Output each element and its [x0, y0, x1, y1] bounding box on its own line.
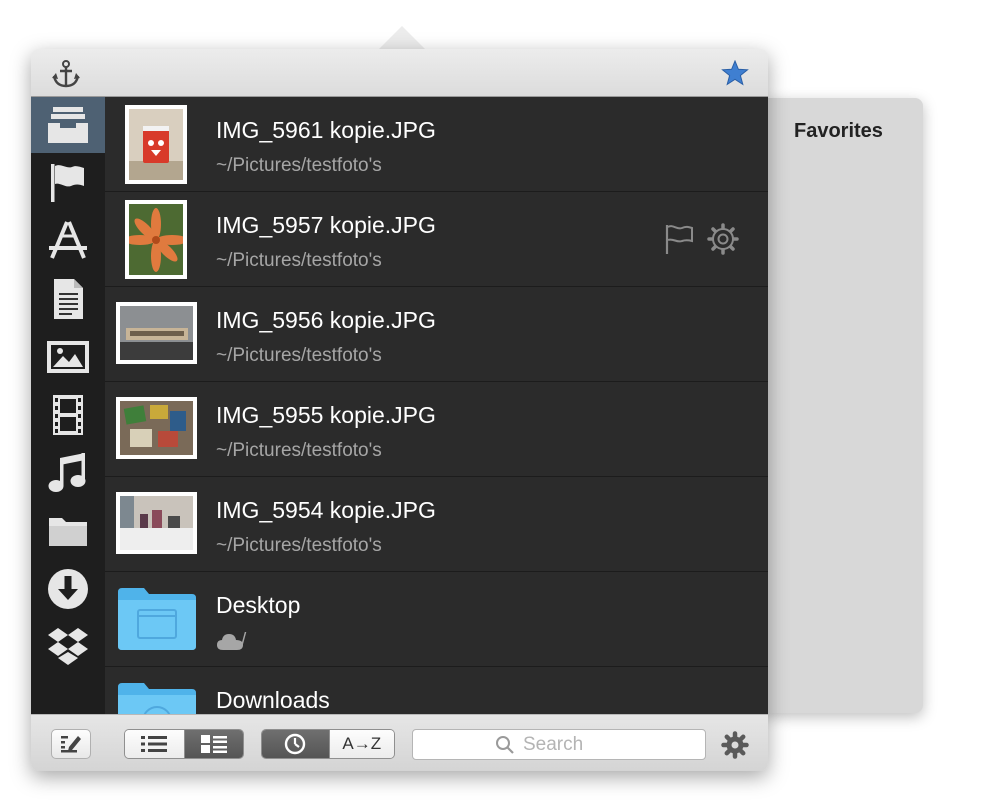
- inbox-tray-icon: [48, 107, 88, 143]
- flag-icon: [51, 164, 84, 202]
- list-view-button[interactable]: [125, 730, 185, 758]
- file-thumbnail: [125, 200, 187, 279]
- sort-segmented-control: A→Z: [261, 729, 395, 759]
- picture-icon: [47, 341, 89, 373]
- sidebar-item-music[interactable]: [31, 445, 105, 501]
- sidebar-item-recent[interactable]: [31, 97, 105, 153]
- file-name: IMG_5961 kopie.JPG: [216, 117, 436, 143]
- file-path: ~/Pictures/testfoto's: [216, 440, 382, 461]
- clock-icon: [285, 733, 306, 755]
- file-path: ~/Pictures/testfoto's: [216, 535, 382, 556]
- folder-icon: [118, 683, 196, 714]
- file-path: /: [241, 630, 247, 651]
- file-name: Desktop: [216, 592, 301, 618]
- sort-by-date-button[interactable]: [262, 730, 330, 758]
- file-list: IMG_5961 kopie.JPG ~/Pictures/testfoto's: [105, 97, 768, 714]
- gear-icon[interactable]: [706, 222, 740, 256]
- detail-view-button[interactable]: [184, 730, 243, 758]
- sidebar-item-dropbox[interactable]: [31, 619, 105, 675]
- document-icon: [54, 279, 83, 319]
- titlebar: [31, 49, 768, 97]
- edit-icon: [61, 736, 81, 753]
- file-thumbnail: [116, 397, 197, 459]
- gear-icon[interactable]: [721, 731, 749, 759]
- list-item[interactable]: IMG_5954 kopie.JPG ~/Pictures/testfoto's: [105, 477, 768, 572]
- anchor-icon[interactable]: [51, 59, 81, 89]
- file-name: IMG_5957 kopie.JPG: [216, 212, 436, 238]
- bottom-toolbar: A→Z: [31, 714, 768, 771]
- film-icon: [53, 395, 83, 435]
- file-thumbnail: [125, 105, 187, 184]
- favorites-title: Favorites: [794, 120, 883, 142]
- sidebar-item-pictures[interactable]: [31, 329, 105, 385]
- folder-icon: [49, 518, 87, 546]
- download-icon: [48, 569, 88, 609]
- list-item[interactable]: IMG_5957 kopie.JPG ~/Pictures/testfoto's: [105, 192, 768, 287]
- popover-arrow: [378, 26, 426, 50]
- file-name: IMG_5955 kopie.JPG: [216, 402, 436, 428]
- file-path: ~/Pictures/testfoto's: [216, 155, 382, 176]
- sidebar-item-documents[interactable]: [31, 271, 105, 327]
- sidebar-item-folders[interactable]: [31, 503, 105, 559]
- list-item[interactable]: Desktop /: [105, 572, 768, 667]
- sidebar-item-flagged[interactable]: [31, 155, 105, 211]
- music-note-icon: [48, 453, 86, 492]
- list-item[interactable]: IMG_5956 kopie.JPG ~/Pictures/testfoto's: [105, 287, 768, 382]
- folder-icon: [118, 588, 196, 650]
- sidebar-item-movies[interactable]: [31, 387, 105, 443]
- sidebar-item-applications[interactable]: [31, 213, 105, 269]
- sidebar: [31, 97, 105, 714]
- file-thumbnail: [116, 302, 197, 364]
- cloud-icon: [217, 634, 243, 650]
- star-icon[interactable]: [721, 60, 749, 86]
- dropbox-icon: [48, 628, 88, 665]
- search-input[interactable]: [523, 732, 693, 757]
- sort-alphabetical-label: A→Z: [342, 734, 382, 753]
- list-item[interactable]: IMG_5955 kopie.JPG ~/Pictures/testfoto's: [105, 382, 768, 477]
- file-name: IMG_5956 kopie.JPG: [216, 307, 436, 333]
- sidebar-item-downloads[interactable]: [31, 561, 105, 617]
- list-icon: [141, 736, 168, 752]
- app-store-icon: [49, 221, 87, 259]
- list-item[interactable]: Downloads: [105, 667, 768, 714]
- search-icon: [496, 736, 514, 754]
- favorites-panel: Favorites: [760, 98, 923, 713]
- file-name: IMG_5954 kopie.JPG: [216, 497, 436, 523]
- file-name: Downloads: [216, 687, 330, 713]
- edit-button[interactable]: [51, 729, 91, 759]
- search-field[interactable]: [412, 729, 706, 760]
- sort-alphabetical-button[interactable]: A→Z: [329, 730, 394, 758]
- detail-list-icon: [200, 735, 227, 753]
- view-mode-segmented-control: [124, 729, 244, 759]
- file-path: ~/Pictures/testfoto's: [216, 250, 382, 271]
- file-thumbnail: [116, 492, 197, 554]
- popover-window: IMG_5961 kopie.JPG ~/Pictures/testfoto's: [31, 49, 768, 771]
- file-path: ~/Pictures/testfoto's: [216, 345, 382, 366]
- list-item[interactable]: IMG_5961 kopie.JPG ~/Pictures/testfoto's: [105, 97, 768, 192]
- flag-icon[interactable]: [663, 222, 695, 256]
